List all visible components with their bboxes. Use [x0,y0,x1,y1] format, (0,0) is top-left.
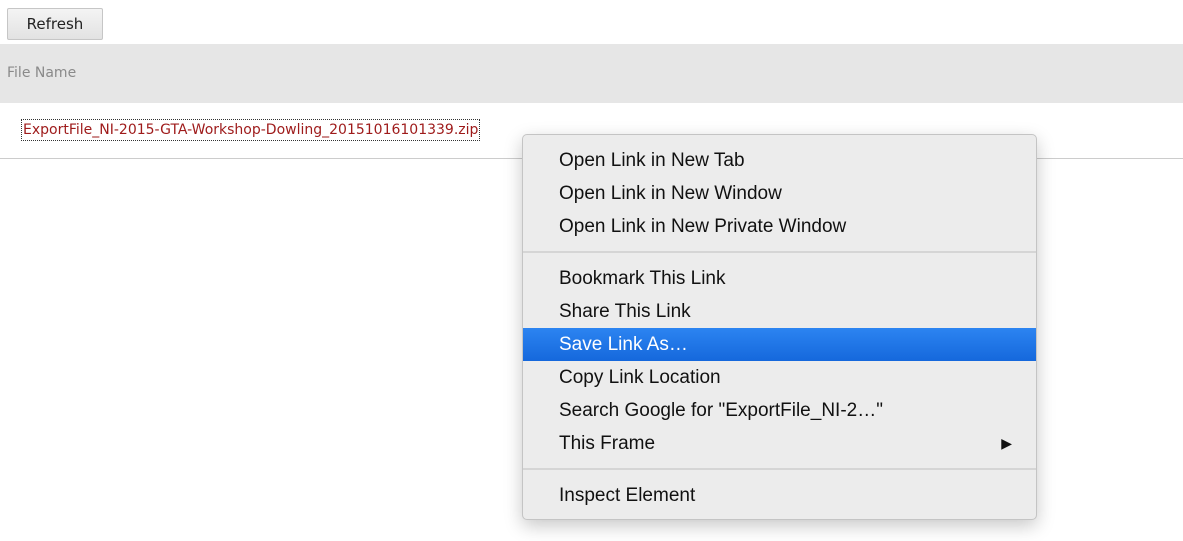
context-menu: Open Link in New Tab Open Link in New Wi… [522,134,1037,520]
menu-item-save-link-as[interactable]: Save Link As… [523,328,1036,361]
menu-item-open-new-tab[interactable]: Open Link in New Tab [523,144,1036,177]
file-download-link[interactable]: ExportFile_NI-2015-GTA-Workshop-Dowling_… [20,119,481,141]
menu-item-open-new-window[interactable]: Open Link in New Window [523,177,1036,210]
menu-item-share-link[interactable]: Share This Link [523,295,1036,328]
menu-item-bookmark-link[interactable]: Bookmark This Link [523,262,1036,295]
menu-item-open-private-window[interactable]: Open Link in New Private Window [523,210,1036,243]
menu-item-copy-link-location[interactable]: Copy Link Location [523,361,1036,394]
menu-item-this-frame-label: This Frame [559,433,656,454]
submenu-arrow-icon: ▶ [1001,435,1012,451]
menu-separator [523,468,1036,470]
table-header: File Name [0,44,1183,103]
menu-item-search-google[interactable]: Search Google for "ExportFile_NI-2…" [523,394,1036,427]
refresh-button[interactable]: Refresh [7,8,103,40]
menu-separator [523,251,1036,253]
menu-item-this-frame[interactable]: This Frame ▶ [523,427,1036,460]
menu-item-inspect-element[interactable]: Inspect Element [523,479,1036,512]
column-header-file-name[interactable]: File Name [7,65,76,81]
